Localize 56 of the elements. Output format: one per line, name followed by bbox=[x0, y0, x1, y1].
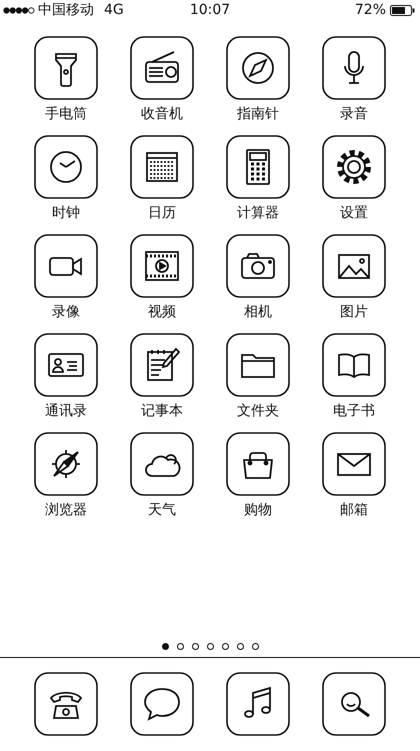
page-dot[interactable] bbox=[236, 643, 244, 650]
phone-icon bbox=[34, 672, 98, 736]
contact-card-icon bbox=[34, 333, 98, 397]
video-camera-icon bbox=[34, 234, 98, 298]
notepad-icon bbox=[130, 333, 194, 397]
app-button[interactable]: 时钟 bbox=[18, 135, 114, 222]
app-button[interactable]: 相机 bbox=[210, 234, 306, 321]
music-note-icon bbox=[226, 672, 290, 736]
radio-icon bbox=[130, 36, 194, 100]
battery-icon bbox=[390, 4, 415, 16]
app-button[interactable]: 手电筒 bbox=[18, 36, 114, 123]
app-button[interactable]: 文件夹 bbox=[210, 333, 306, 420]
carrier-name: 中国移动 bbox=[38, 1, 94, 19]
page-dot[interactable] bbox=[176, 643, 184, 650]
page-dot[interactable] bbox=[162, 643, 168, 650]
envelope-icon bbox=[322, 432, 386, 496]
app-button[interactable]: 计算器 bbox=[210, 135, 306, 222]
app-button[interactable]: 记事本 bbox=[114, 333, 210, 420]
folder-icon bbox=[226, 333, 290, 397]
app-button[interactable]: 浏览器 bbox=[18, 432, 114, 519]
app-button[interactable]: 通讯录 bbox=[18, 333, 114, 420]
battery-percent: 72% bbox=[354, 2, 386, 18]
page-dot[interactable] bbox=[206, 643, 214, 650]
flashlight-icon bbox=[34, 36, 98, 100]
network-type: 4G bbox=[104, 2, 124, 18]
app-button[interactable]: 日历 bbox=[114, 135, 210, 222]
app-button[interactable]: 指南针 bbox=[210, 36, 306, 123]
speech-bubble-icon bbox=[130, 672, 194, 736]
cloud-icon bbox=[130, 432, 194, 496]
book-icon bbox=[322, 333, 386, 397]
app-button[interactable]: 录像 bbox=[18, 234, 114, 321]
app-button[interactable]: 设置 bbox=[306, 135, 402, 222]
clock-time: 10:07 bbox=[188, 2, 232, 18]
page-dot[interactable] bbox=[222, 643, 228, 650]
compass-icon bbox=[226, 36, 290, 100]
settings-icon bbox=[322, 135, 386, 199]
camera-icon bbox=[226, 234, 290, 298]
clock-icon bbox=[34, 135, 98, 199]
app-button[interactable]: 邮箱 bbox=[306, 432, 402, 519]
page-dot[interactable] bbox=[252, 643, 258, 650]
app-button[interactable]: 录音 bbox=[306, 36, 402, 123]
calendar-icon bbox=[130, 135, 194, 199]
bag-icon bbox=[226, 432, 290, 496]
app-button[interactable]: 收音机 bbox=[114, 36, 210, 123]
microphone-icon bbox=[322, 36, 386, 100]
image-icon bbox=[322, 234, 386, 298]
app-button[interactable]: 天气 bbox=[114, 432, 210, 519]
app-button[interactable]: 购物 bbox=[210, 432, 306, 519]
page-dot[interactable] bbox=[192, 643, 198, 650]
film-icon bbox=[130, 234, 194, 298]
app-button[interactable]: 电子书 bbox=[306, 333, 402, 420]
signal-icon bbox=[3, 6, 35, 14]
app-button[interactable]: 视频 bbox=[114, 234, 210, 321]
calculator-icon bbox=[226, 135, 290, 199]
app-button[interactable]: 图片 bbox=[306, 234, 402, 321]
search-icon bbox=[322, 672, 386, 736]
